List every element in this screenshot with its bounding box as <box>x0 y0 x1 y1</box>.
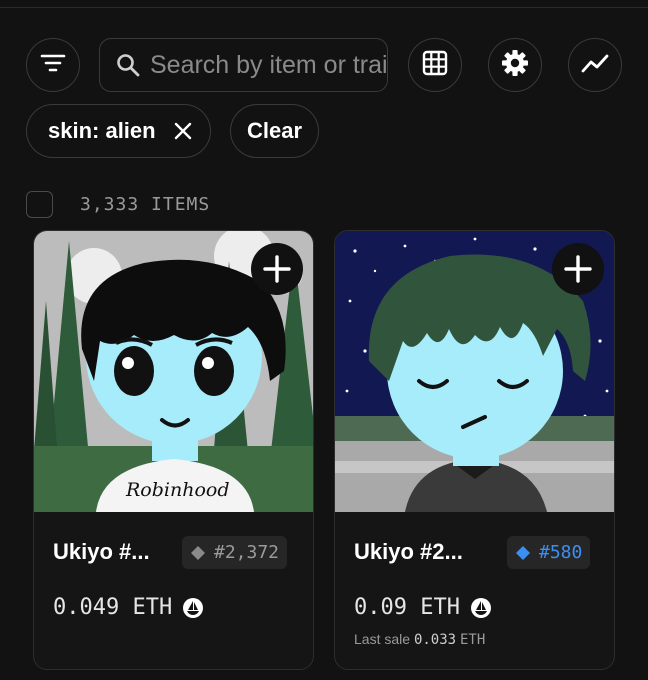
search-icon <box>116 53 140 77</box>
rarity-rank-badge: #2,372 <box>182 536 288 569</box>
filter-toggle-button[interactable] <box>26 38 80 92</box>
trend-line-icon <box>581 52 609 79</box>
opensea-icon <box>182 597 204 619</box>
search-placeholder: Search by item or trait <box>150 50 388 79</box>
price-value: 0.049 <box>53 595 120 620</box>
price-value: 0.09 <box>354 595 407 620</box>
item-price: 0.049 ETH <box>53 595 204 620</box>
rarity-rank-badge: #580 <box>507 536 591 569</box>
filter-chip-label: skin: alien <box>48 118 156 143</box>
item-name[interactable]: Ukiyo #2... <box>354 539 463 565</box>
item-image: Robinhood <box>34 231 313 512</box>
gear-icon <box>501 49 529 82</box>
item-name[interactable]: Ukiyo #... <box>53 539 150 565</box>
last-sale-label: Last sale <box>354 631 411 647</box>
add-to-cart-button[interactable] <box>251 243 303 295</box>
settings-button[interactable] <box>488 38 542 92</box>
price-currency: ETH <box>420 595 460 620</box>
item-count: 3,333 ITEMS <box>80 194 211 215</box>
rarity-rank: #580 <box>539 542 583 563</box>
grid-view-button[interactable] <box>408 38 462 92</box>
plus-icon <box>563 254 593 284</box>
active-filter-chip[interactable]: skin: alien <box>26 104 211 158</box>
plus-icon <box>262 254 292 284</box>
rarity-rank: #2,372 <box>214 542 280 563</box>
diamond-icon <box>515 545 531 561</box>
shirt-logo-text: Robinhood <box>126 479 230 501</box>
item-card[interactable]: Ukiyo #2... #580 0.09 ETH Last sale 0.03… <box>334 230 615 670</box>
last-sale: Last sale 0.033 ETH <box>354 631 485 648</box>
last-sale-currency: ETH <box>459 632 486 648</box>
item-card[interactable]: Robinhood Ukiyo #... #2,372 0.049 ETH <box>33 230 314 670</box>
diamond-icon <box>190 545 206 561</box>
top-divider <box>0 0 648 8</box>
filter-lines-icon <box>40 52 66 79</box>
select-all-checkbox[interactable] <box>26 191 53 218</box>
opensea-icon <box>470 597 492 619</box>
item-image <box>335 231 614 512</box>
activity-chart-button[interactable] <box>568 38 622 92</box>
last-sale-value: 0.033 <box>413 632 457 648</box>
search-input[interactable]: Search by item or trait <box>99 38 388 92</box>
add-to-cart-button[interactable] <box>552 243 604 295</box>
grid-view-icon <box>422 50 448 81</box>
close-icon[interactable] <box>174 122 192 140</box>
clear-filters-button[interactable]: Clear <box>230 104 319 158</box>
price-currency: ETH <box>132 595 173 620</box>
item-price: 0.09 ETH <box>354 595 492 620</box>
